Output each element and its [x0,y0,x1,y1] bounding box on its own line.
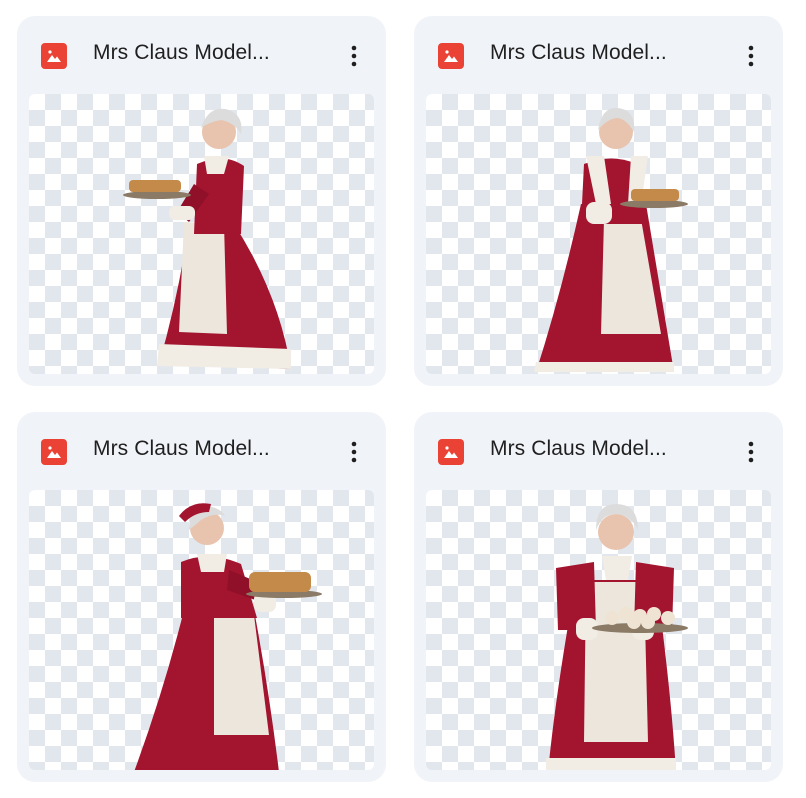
mrs-claus-image [546,504,688,770]
image-file-icon [438,43,464,69]
file-thumbnail[interactable] [29,94,374,374]
image-file-icon [41,43,67,69]
file-name[interactable]: Mrs Claus Model... [93,41,270,65]
file-name[interactable]: Mrs Claus Model... [490,41,667,65]
file-thumbnail[interactable] [426,490,771,770]
file-card[interactable]: Mrs Claus Model... [17,412,386,782]
more-options-button[interactable] [336,38,372,74]
file-name[interactable]: Mrs Claus Model... [490,437,667,461]
file-card-header: Mrs Claus Model... [17,412,386,490]
more-vert-icon [748,45,754,67]
more-vert-icon [748,441,754,463]
file-card[interactable]: Mrs Claus Model... [414,16,783,386]
file-name[interactable]: Mrs Claus Model... [93,437,270,461]
more-options-button[interactable] [733,38,769,74]
mrs-claus-image [123,108,291,369]
file-thumbnail[interactable] [29,490,374,770]
file-card-header: Mrs Claus Model... [17,16,386,94]
mrs-claus-image [134,503,322,770]
image-file-icon [438,439,464,465]
file-card-header: Mrs Claus Model... [414,412,783,490]
mrs-claus-image [534,107,688,372]
more-vert-icon [351,45,357,67]
file-card-header: Mrs Claus Model... [414,16,783,94]
more-options-button[interactable] [733,434,769,470]
image-file-icon [41,439,67,465]
more-vert-icon [351,441,357,463]
file-card[interactable]: Mrs Claus Model... [17,16,386,386]
file-thumbnail[interactable] [426,94,771,374]
more-options-button[interactable] [336,434,372,470]
file-card[interactable]: Mrs Claus Model... [414,412,783,782]
